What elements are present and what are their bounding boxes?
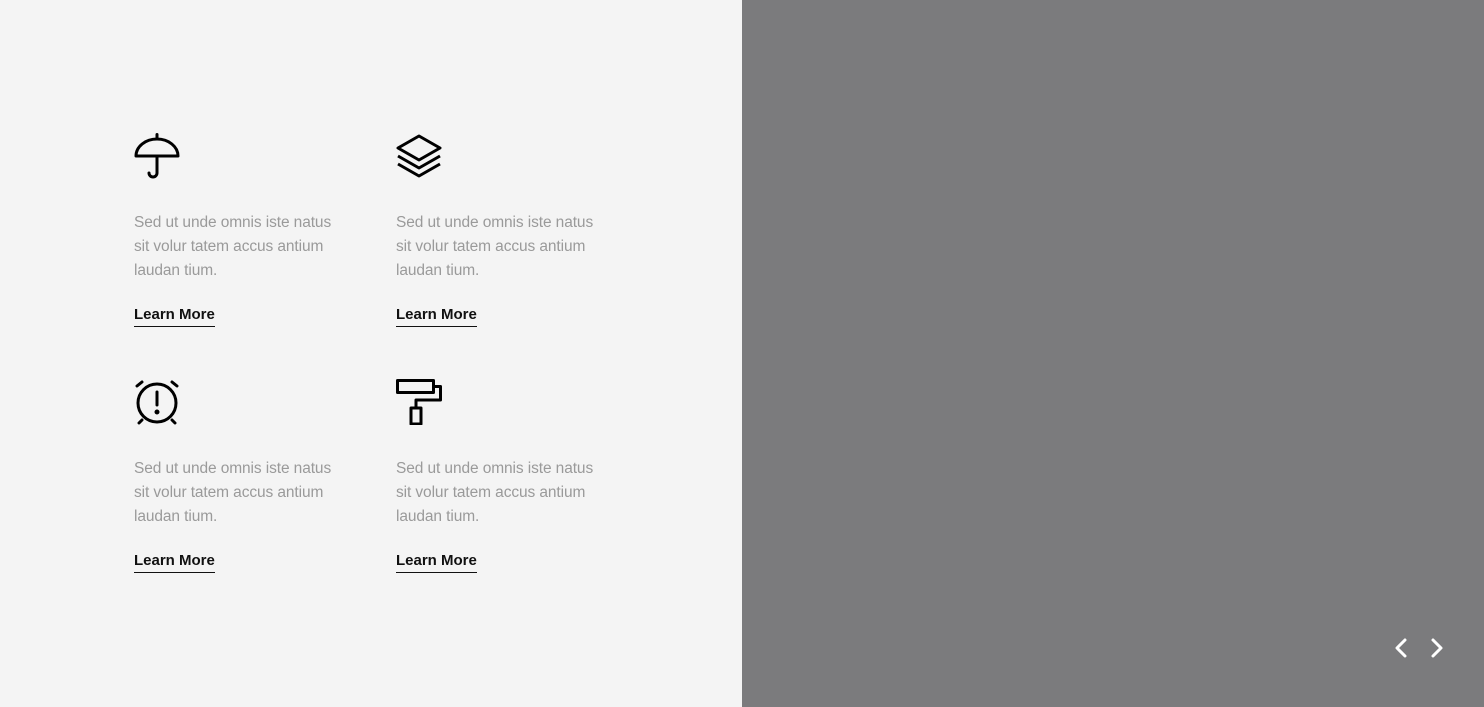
learn-more-link[interactable]: Learn More xyxy=(396,552,477,573)
learn-more-link[interactable]: Learn More xyxy=(134,552,215,573)
image-slider xyxy=(742,0,1484,707)
learn-more-link[interactable]: Learn More xyxy=(396,306,477,327)
feature-description: Sed ut unde omnis iste natus sit volur t… xyxy=(396,214,594,279)
feature-card-alarm: Sed ut unde omnis iste natus sit volur t… xyxy=(134,379,354,573)
chevron-right-icon xyxy=(1424,636,1448,660)
umbrella-icon xyxy=(134,133,180,179)
feature-card-layers: Sed ut unde omnis iste natus sit volur t… xyxy=(396,133,616,327)
layers-icon xyxy=(396,133,442,179)
slider-prev-button[interactable] xyxy=(1390,636,1414,660)
chevron-left-icon xyxy=(1390,636,1414,660)
feature-card-paint-roller: Sed ut unde omnis iste natus sit volur t… xyxy=(396,379,616,573)
slider-next-button[interactable] xyxy=(1424,636,1448,660)
feature-description: Sed ut unde omnis iste natus sit volur t… xyxy=(134,214,332,279)
feature-description: Sed ut unde omnis iste natus sit volur t… xyxy=(396,460,594,525)
feature-description: Sed ut unde omnis iste natus sit volur t… xyxy=(134,460,332,525)
feature-card-umbrella: Sed ut unde omnis iste natus sit volur t… xyxy=(134,133,354,327)
learn-more-link[interactable]: Learn More xyxy=(134,306,215,327)
features-panel: Sed ut unde omnis iste natus sit volur t… xyxy=(0,0,742,707)
paint-roller-icon xyxy=(396,379,442,425)
alarm-clock-icon xyxy=(134,379,180,425)
